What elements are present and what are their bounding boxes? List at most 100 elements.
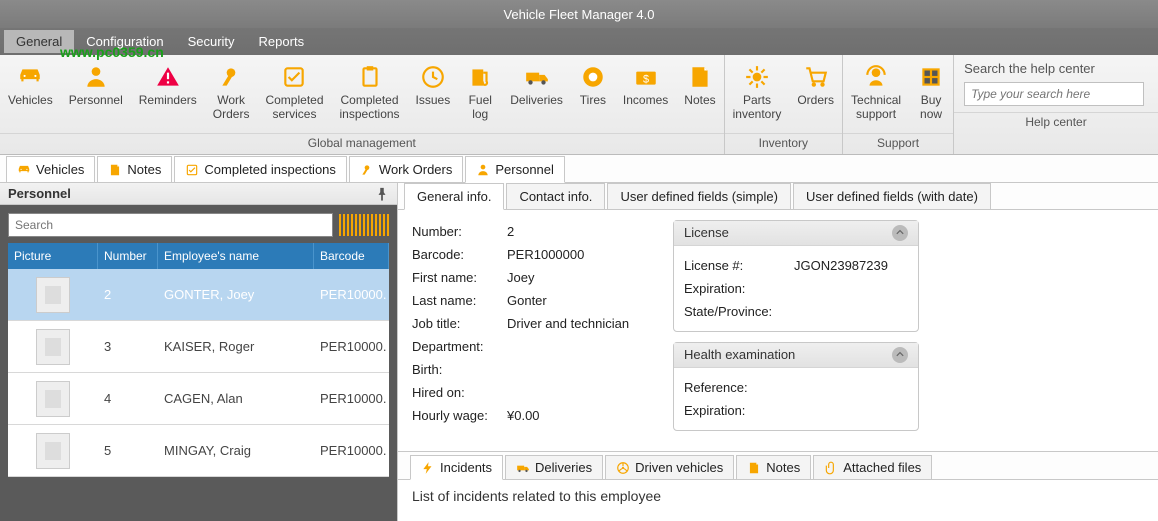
- field-label: Job title:: [412, 316, 507, 331]
- ribbon-tech-support[interactable]: Technicalsupport: [843, 61, 909, 122]
- ribbon-personnel[interactable]: Personnel: [61, 61, 131, 107]
- detail-tab-contact-info-[interactable]: Contact info.: [506, 183, 605, 209]
- document-tabs: VehiclesNotes Completed inspections Work O…: [0, 155, 1158, 183]
- cell-name: MINGAY, Craig: [158, 439, 314, 462]
- detail-tab-general-info-[interactable]: General info.: [404, 183, 504, 210]
- cell-name: GONTER, Joey: [158, 283, 314, 306]
- search-input[interactable]: [8, 213, 333, 237]
- tires-icon: [579, 63, 607, 91]
- ribbon-label: Incomes: [623, 93, 668, 107]
- health-box-header[interactable]: Health examination: [674, 343, 918, 368]
- field-label: Department:: [412, 339, 507, 354]
- barcode-icon[interactable]: [339, 214, 389, 236]
- cell-number: 4: [98, 387, 158, 410]
- collapse-icon[interactable]: [892, 347, 908, 363]
- tab-vehicles[interactable]: Vehicles: [6, 156, 95, 182]
- pin-icon[interactable]: [375, 187, 389, 201]
- ribbon-work-orders[interactable]: WorkOrders: [205, 61, 258, 122]
- cell-name: CAGEN, Alan: [158, 387, 314, 410]
- collapse-icon[interactable]: [892, 225, 908, 241]
- menubar: GeneralConfigurationSecurityReports: [0, 28, 1158, 55]
- subtab-deliveries[interactable]: Deliveries: [505, 455, 603, 479]
- ribbon-group-label: Help center: [954, 112, 1158, 133]
- ribbon-deliveries[interactable]: Deliveries: [502, 61, 571, 107]
- completed-inspections-icon: [356, 63, 384, 91]
- workspace: Personnel Picture Number Employee's name…: [0, 183, 1158, 521]
- ribbon-label: WorkOrders: [213, 93, 250, 122]
- col-picture[interactable]: Picture: [8, 243, 98, 269]
- ribbon-notes[interactable]: Notes: [676, 61, 723, 107]
- ribbon-group-help: Search the help center Help center: [954, 55, 1158, 154]
- tab-completed-inspections[interactable]: Completed inspections: [174, 156, 347, 182]
- tab-work-orders[interactable]: Work Orders: [349, 156, 463, 182]
- subtab-incidents[interactable]: Incidents: [410, 455, 503, 480]
- help-title: Search the help center: [964, 61, 1148, 76]
- field-row: Hired on:: [412, 381, 657, 404]
- tab-notes[interactable]: Notes: [97, 156, 172, 182]
- ribbon-label: Deliveries: [510, 93, 563, 107]
- ribbon-vehicles[interactable]: Vehicles: [0, 61, 61, 107]
- ribbon-group-label: Inventory: [725, 133, 842, 154]
- license-box-header[interactable]: License: [674, 221, 918, 246]
- cell-name: KAISER, Roger: [158, 335, 314, 358]
- table-row[interactable]: 4CAGEN, AlanPER10000.: [8, 373, 389, 425]
- ribbon-label: Issues: [416, 93, 451, 107]
- cell-number: 5: [98, 439, 158, 462]
- table-row[interactable]: 3KAISER, RogerPER10000.: [8, 321, 389, 373]
- ribbon-label: Fuellog: [469, 93, 492, 122]
- grid-container: Picture Number Employee's name Barcode 2…: [0, 205, 397, 521]
- tab-personnel[interactable]: Personnel: [465, 156, 565, 183]
- note-icon: [747, 461, 761, 475]
- subtab-notes[interactable]: Notes: [736, 455, 811, 479]
- ribbon-orders[interactable]: Orders: [789, 61, 842, 107]
- person-icon: [476, 163, 490, 177]
- col-number[interactable]: Number: [98, 243, 158, 269]
- ribbon-fuel-log[interactable]: Fuellog: [458, 61, 502, 122]
- titlebar: Vehicle Fleet Manager 4.0: [0, 0, 1158, 28]
- ribbon-parts-inventory[interactable]: Partsinventory: [725, 61, 790, 122]
- table-row[interactable]: 2GONTER, JoeyPER10000.: [8, 269, 389, 321]
- menu-general[interactable]: General: [4, 30, 74, 53]
- cell-number: 2: [98, 283, 158, 306]
- help-search-input[interactable]: [964, 82, 1144, 106]
- ribbon-completed-inspections[interactable]: Completedinspections: [332, 61, 408, 122]
- ribbon-issues[interactable]: Issues: [408, 61, 459, 107]
- col-name[interactable]: Employee's name: [158, 243, 314, 269]
- subtab-attached-files[interactable]: Attached files: [813, 455, 932, 479]
- field-row: State/Province:: [684, 300, 908, 323]
- subtab-driven-vehicles[interactable]: Driven vehicles: [605, 455, 734, 479]
- field-label: First name:: [412, 270, 507, 285]
- tab-label: Completed inspections: [204, 162, 336, 177]
- subtab-label: Deliveries: [535, 460, 592, 475]
- field-label: Reference:: [684, 380, 794, 395]
- ribbon-buy-now[interactable]: Buynow: [909, 61, 953, 122]
- cell-barcode: PER10000.: [314, 387, 389, 410]
- ribbon-group-support: TechnicalsupportBuynowSupport: [843, 55, 954, 154]
- cell-barcode: PER10000.: [314, 439, 389, 462]
- menu-security[interactable]: Security: [176, 30, 247, 53]
- menu-reports[interactable]: Reports: [247, 30, 317, 53]
- menu-configuration[interactable]: Configuration: [74, 30, 175, 53]
- ribbon-incomes[interactable]: $Incomes: [615, 61, 676, 107]
- issues-icon: [419, 63, 447, 91]
- completed-services-icon: [280, 63, 308, 91]
- clip-icon: [824, 461, 838, 475]
- ribbon-group-inventory: PartsinventoryOrders Inventory: [725, 55, 843, 154]
- steer-icon: [616, 461, 630, 475]
- detail-tab-user-defined-fields-with-date-[interactable]: User defined fields (with date): [793, 183, 991, 209]
- ribbon-tires[interactable]: Tires: [571, 61, 615, 107]
- field-row: Birth:: [412, 358, 657, 381]
- ribbon-label: Reminders: [139, 93, 197, 107]
- ribbon-label: Vehicles: [8, 93, 53, 107]
- buy-now-icon: [917, 63, 945, 91]
- detail-tab-user-defined-fields-simple-[interactable]: User defined fields (simple): [607, 183, 791, 209]
- ribbon-completed-services[interactable]: Completedservices: [257, 61, 331, 122]
- parts-inventory-icon: [743, 63, 771, 91]
- field-value: JGON23987239: [794, 258, 908, 273]
- health-body: Reference:Expiration:: [674, 368, 918, 430]
- ribbon-reminders[interactable]: Reminders: [131, 61, 205, 107]
- table-row[interactable]: 5MINGAY, CraigPER10000.: [8, 425, 389, 477]
- detail-tabs: General info.Contact info.User defined f…: [398, 183, 1158, 210]
- col-barcode[interactable]: Barcode: [314, 243, 389, 269]
- work-orders-icon: [217, 63, 245, 91]
